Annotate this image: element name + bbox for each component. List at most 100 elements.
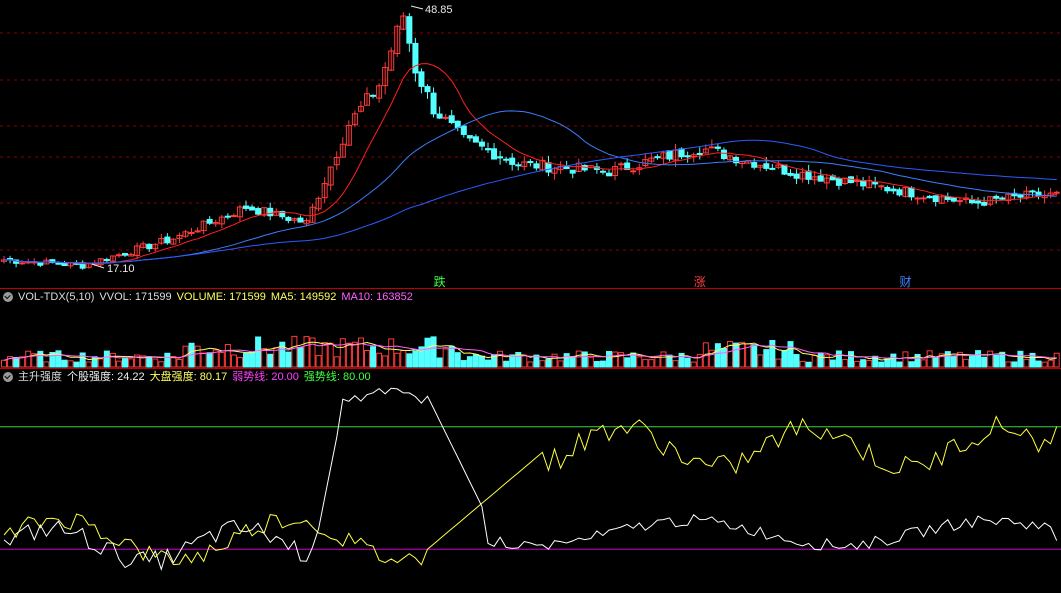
volume-bar <box>593 361 600 368</box>
weak-line-value: 弱势线: 20.00 <box>232 371 299 383</box>
candle-body <box>817 175 824 182</box>
candle-body <box>267 207 274 217</box>
high-price-label: 48.85 <box>425 4 453 16</box>
ma-long-line <box>3 139 1057 264</box>
volume-bar <box>932 357 939 368</box>
candle-body <box>515 164 522 167</box>
volume-bar <box>811 355 818 368</box>
volume-bar <box>1023 358 1030 368</box>
volume-bar <box>557 360 564 368</box>
volume-bar <box>599 360 606 368</box>
candle-body <box>708 146 715 149</box>
candle-body <box>793 173 800 179</box>
volume-value: VOLUME: 171599 <box>176 291 266 303</box>
volume-bar <box>793 354 800 368</box>
candle-body <box>188 232 195 235</box>
volume-bar <box>460 360 467 368</box>
candle-body <box>61 262 68 267</box>
candle-body <box>630 170 637 173</box>
candle-body <box>666 150 673 160</box>
candle-body <box>230 215 237 218</box>
volume-bar <box>303 336 310 368</box>
volume-bar <box>987 350 994 368</box>
candle-body <box>684 155 691 158</box>
candle-body <box>1017 194 1024 198</box>
volume-bar <box>563 353 570 368</box>
volume-bar <box>357 337 364 368</box>
candle-body <box>164 236 171 244</box>
vvol-value: VVOL: 171599 <box>99 291 172 303</box>
volume-bar <box>539 360 546 368</box>
volume-bar <box>436 357 443 368</box>
volume-bar <box>61 359 68 368</box>
volume-bar <box>152 358 159 368</box>
candle-body <box>569 169 576 174</box>
volume-bar <box>975 350 982 368</box>
volume-bar <box>521 354 528 368</box>
candle-body <box>527 161 534 164</box>
volume-bar <box>660 351 667 368</box>
candle-body <box>1029 190 1036 193</box>
candle-body <box>436 113 443 119</box>
volume-bar <box>442 348 449 368</box>
volume-bar <box>236 357 243 368</box>
volume-bar <box>781 350 788 368</box>
low-price-label: 17.10 <box>107 263 135 275</box>
candle-body <box>285 216 292 221</box>
candle-body <box>975 200 982 204</box>
event-marker: 跌 <box>434 274 446 289</box>
candle-body <box>194 230 201 233</box>
candle-body <box>491 148 498 160</box>
volume-bar <box>787 341 794 368</box>
indicator-panel <box>0 387 1061 571</box>
volume-bar <box>829 359 836 368</box>
price-panel: 跌涨财 <box>1 5 1060 289</box>
volume-bar <box>115 360 122 368</box>
volume-bar <box>1005 361 1012 368</box>
collapse-icon[interactable] <box>3 292 13 302</box>
volume-bar <box>218 352 225 368</box>
volume-bar <box>448 345 455 368</box>
volume-bar <box>146 356 153 368</box>
candle-body <box>460 125 467 135</box>
volume-bar <box>763 349 770 368</box>
volume-bar <box>79 352 86 368</box>
candle-body <box>599 170 606 173</box>
volume-bar <box>267 353 274 368</box>
volume-bar <box>1035 360 1042 368</box>
volume-panel <box>1 335 1060 368</box>
volume-bar <box>720 347 727 368</box>
vol-indicator-name[interactable]: VOL-TDX(5,10) <box>18 289 94 305</box>
volume-bar <box>775 358 782 368</box>
volume-bar <box>1047 359 1054 368</box>
candle-body <box>763 163 770 169</box>
volume-bar <box>993 354 1000 368</box>
candle-body <box>224 215 231 218</box>
collapse-icon[interactable] <box>3 372 13 382</box>
volume-bar <box>164 352 171 368</box>
volume-bar <box>733 342 740 368</box>
candle-body <box>297 217 304 223</box>
volume-bar <box>194 345 201 368</box>
candle-body <box>122 253 128 256</box>
volume-bar <box>285 351 292 368</box>
indicator-name[interactable]: 主升强度 <box>18 369 62 385</box>
candle-body <box>908 187 915 198</box>
volume-bar <box>339 338 346 368</box>
candle-body <box>424 86 431 93</box>
volume-bar <box>430 336 437 368</box>
volume-bar <box>569 356 576 368</box>
candle-body <box>787 173 794 176</box>
volume-bar <box>122 358 128 368</box>
ma10-value: MA10: 163852 <box>341 291 413 303</box>
candle-body <box>563 166 570 170</box>
volume-bar <box>551 353 558 368</box>
volume-bar <box>962 358 969 368</box>
candle-body <box>618 163 625 166</box>
volume-bar <box>394 352 401 368</box>
candle-body <box>654 156 661 159</box>
volume-bar <box>751 344 758 368</box>
candle-body <box>920 197 927 200</box>
ma5-value: MA5: 149592 <box>270 291 337 303</box>
volume-bar <box>587 356 594 368</box>
